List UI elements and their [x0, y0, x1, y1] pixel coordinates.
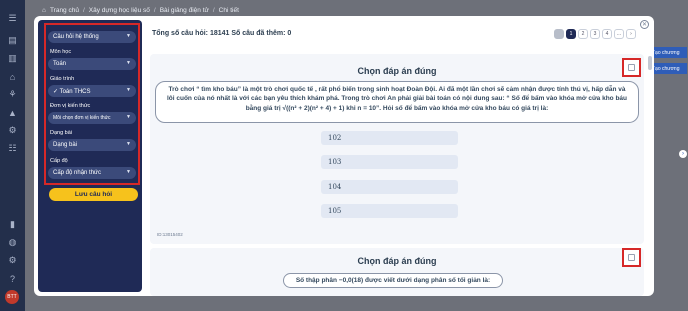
settings-icon[interactable]: ⚙ — [6, 124, 19, 137]
document-icon[interactable]: ▤ — [6, 34, 19, 47]
question-text: Trò chơi “ tìm kho báu” là một trò chơi … — [155, 81, 639, 123]
chevron-down-icon: ▼ — [126, 87, 131, 93]
pagination: 1 2 3 4 ... › — [554, 29, 636, 39]
question-list-area: Tổng số câu hỏi: 18141 Số câu đã thêm: 0… — [148, 16, 654, 296]
type-select[interactable]: Dạng bài ▼ — [48, 139, 136, 151]
breadcrumb-separator: / — [153, 7, 156, 14]
globe-icon[interactable]: ◍ — [6, 236, 19, 249]
program-label: Giáo trình — [50, 76, 75, 82]
type-label: Dạng bài — [50, 130, 73, 136]
tree-icon[interactable]: ⚘ — [6, 88, 19, 101]
breadcrumb-item[interactable]: Xây dựng học liệu số — [89, 7, 150, 14]
home-icon[interactable]: ⌂ — [42, 7, 46, 14]
level-label: Cấp độ — [50, 158, 68, 164]
cap-icon[interactable]: ▲ — [6, 106, 19, 119]
expand-icon[interactable]: › — [679, 150, 687, 158]
answer-option[interactable]: 104 — [321, 180, 458, 194]
unit-select[interactable]: Môi chọn đơn vị kiến thức ▼ — [48, 112, 136, 124]
breadcrumb-separator: / — [82, 7, 85, 14]
next-page-button[interactable]: › — [626, 29, 636, 39]
chart-icon[interactable]: ▮ — [6, 218, 19, 231]
question-card: Chọn đáp án đúng Số thập phân −0,0(18) đ… — [150, 248, 644, 296]
level-select[interactable]: Cấp độ nhận thức ▼ — [48, 167, 136, 179]
question-id: ID:13015402 — [157, 232, 183, 237]
prev-page-button[interactable] — [554, 29, 564, 39]
chevron-down-icon: ▼ — [126, 60, 131, 66]
type-value: Dạng bài — [53, 142, 78, 148]
breadcrumb-item[interactable]: Trang chủ — [50, 7, 79, 14]
checkbox-icon — [628, 64, 635, 71]
create-chapter-button[interactable]: Tạo chương — [649, 63, 687, 74]
gear-icon[interactable]: ⚙ — [6, 254, 19, 267]
page-button[interactable]: 3 — [590, 29, 600, 39]
breadcrumb-item: Chi tiết — [218, 7, 239, 14]
page-button[interactable]: 1 — [566, 29, 576, 39]
chevron-down-icon: ▼ — [126, 141, 131, 147]
subject-label: Môn học — [50, 49, 72, 55]
chevron-down-icon: ▼ — [126, 169, 131, 175]
scrollbar[interactable] — [648, 56, 652, 70]
page-button[interactable]: 4 — [602, 29, 612, 39]
question-title: Chọn đáp án đúng — [357, 256, 437, 266]
program-select[interactable]: ✓ Toán THCS ▼ — [48, 85, 136, 97]
book-icon[interactable]: ▥ — [6, 52, 19, 65]
subject-value: Toán — [53, 61, 67, 67]
breadcrumb-separator: / — [212, 7, 215, 14]
page-button[interactable]: 2 — [578, 29, 588, 39]
select-question-checkbox[interactable] — [622, 58, 641, 77]
source-value: Câu hỏi hệ thống — [53, 34, 99, 40]
select-question-checkbox[interactable] — [622, 248, 641, 267]
avatar[interactable]: BTT — [5, 290, 19, 304]
app-sidebar: ☰ ▤ ▥ ⌂ ⚘ ▲ ⚙ ☷ ▮ ◍ ⚙ ? BTT — [0, 0, 25, 311]
question-bank-modal: ✕ Câu hỏi hệ thống ▼ Môn học Toán ▼ Giáo t… — [34, 16, 654, 296]
answer-option[interactable]: 105 — [321, 204, 458, 218]
question-title: Chọn đáp án đúng — [357, 66, 437, 76]
help-icon[interactable]: ? — [6, 272, 19, 285]
program-value: ✓ Toán THCS — [53, 88, 91, 95]
stack-icon[interactable]: ☷ — [6, 142, 19, 155]
checkbox-icon — [628, 254, 635, 261]
answer-option[interactable]: 102 — [321, 131, 458, 145]
breadcrumb-item[interactable]: Bài giảng điện tử — [160, 7, 209, 14]
unit-value: Môi chọn đơn vị kiến thức — [53, 115, 111, 121]
save-question-button[interactable]: Lưu câu hỏi — [49, 188, 138, 201]
page-ellipsis: ... — [614, 29, 624, 39]
question-summary: Tổng số câu hỏi: 18141 Số câu đã thêm: 0 — [152, 30, 292, 37]
answer-option[interactable]: 103 — [321, 155, 458, 169]
question-card: Chọn đáp án đúng Trò chơi “ tìm kho báu”… — [150, 54, 644, 244]
question-text: Số thập phân −0,0(18) được viết dưới dạn… — [283, 273, 503, 288]
chevron-down-icon: ▼ — [126, 33, 131, 39]
filter-panel: Câu hỏi hệ thống ▼ Môn học Toán ▼ Giáo trì… — [38, 20, 142, 292]
subject-select[interactable]: Toán ▼ — [48, 58, 136, 70]
breadcrumb: ⌂ Trang chủ / Xây dựng học liệu số / Bài… — [42, 7, 239, 14]
source-select[interactable]: Câu hỏi hệ thống ▼ — [48, 31, 136, 43]
unit-label: Đơn vị kiến thức — [50, 103, 91, 109]
menu-icon[interactable]: ☰ — [6, 12, 19, 25]
level-value: Cấp độ nhận thức — [53, 170, 102, 176]
chevron-down-icon: ▼ — [126, 114, 131, 120]
create-chapter-button[interactable]: Tạo chương — [649, 47, 687, 58]
bank-icon[interactable]: ⌂ — [6, 70, 19, 83]
